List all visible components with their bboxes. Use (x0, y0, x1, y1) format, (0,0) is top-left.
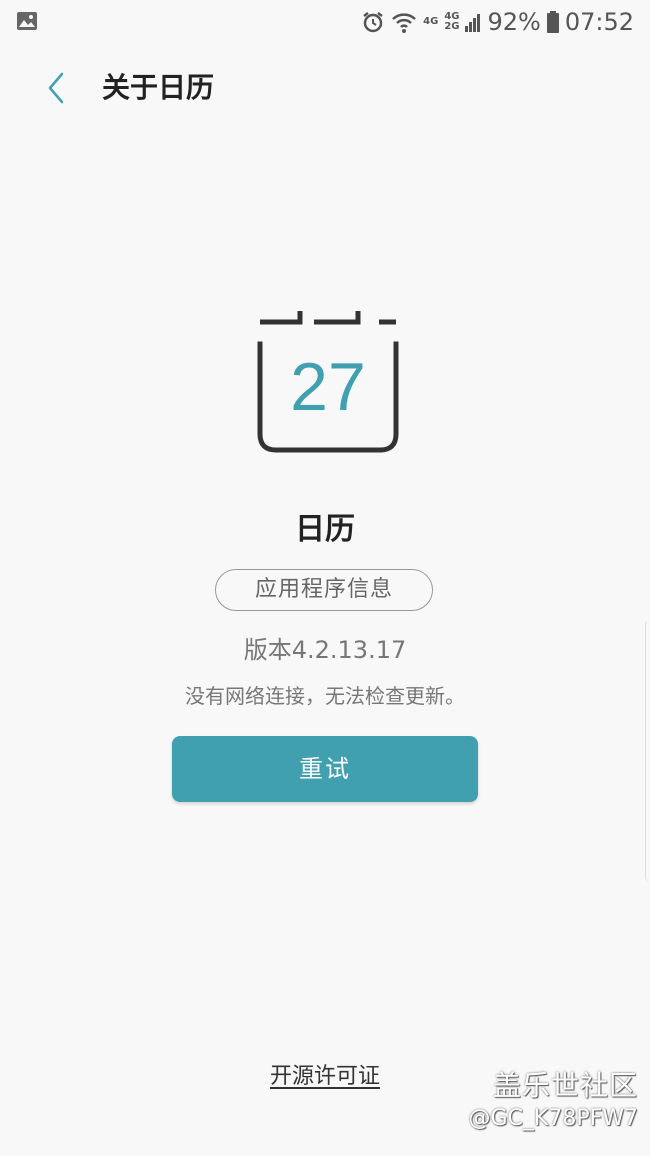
version-text: 版本4.2.13.17 (243, 636, 407, 664)
alarm-icon (363, 12, 383, 33)
calendar-app-icon: 27 (257, 311, 399, 453)
gallery-icon (17, 12, 37, 30)
license-link-label: 开源许可证 (269, 1064, 380, 1089)
watermark-user: @GC_K78PFW7 (468, 1106, 638, 1131)
app-info-button[interactable]: 应用程序信息 (215, 569, 433, 611)
network-type-2: 4G 2G (444, 12, 459, 32)
back-button[interactable] (34, 62, 78, 114)
app-name: 日历 (295, 512, 355, 547)
watermark-title: 盖乐世社区 (492, 1069, 638, 1102)
calendar-day-number: 27 (290, 349, 366, 425)
update-message: 没有网络连接，无法检查更新。 (185, 684, 465, 708)
wifi-icon (392, 13, 416, 33)
signal-icon (465, 14, 481, 32)
network-label-2g: 2G (444, 21, 460, 32)
clock: 07:52 (564, 8, 634, 36)
network-type-1: 4G (423, 17, 438, 27)
battery-icon (546, 11, 559, 33)
chevron-left-icon (48, 72, 64, 104)
status-bar: 4G 4G 2G 92% 07:52 (0, 0, 650, 44)
retry-button[interactable]: 重试 (172, 736, 478, 802)
status-icons: 4G 4G 2G 92% 07:52 (361, 0, 634, 44)
page-title: 关于日历 (102, 71, 215, 104)
edge-panel-handle[interactable] (645, 620, 650, 882)
network-label-4g: 4G (423, 16, 439, 27)
battery-percent: 92% (487, 8, 541, 36)
app-bar: 关于日历 (0, 52, 650, 124)
